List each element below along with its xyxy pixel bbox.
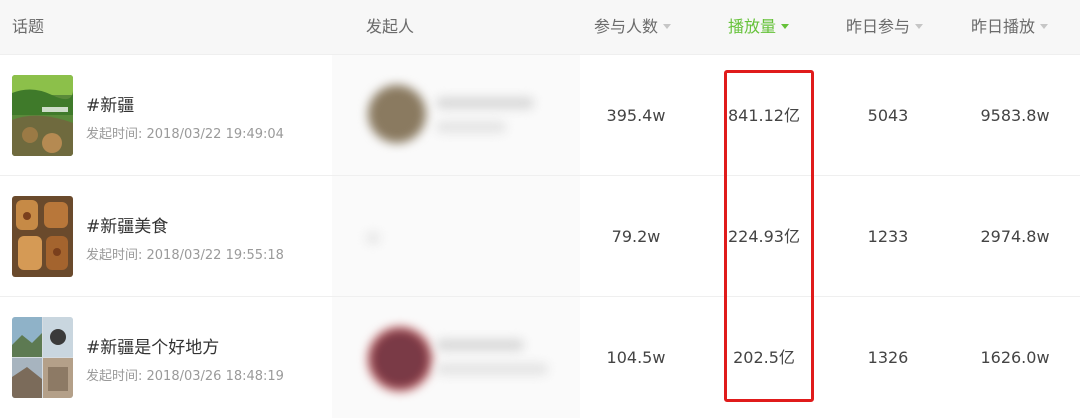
creator-subtext-blurred [436,121,506,133]
header-yesterday-participants-label: 昨日参与 [846,17,911,36]
creator-cell[interactable] [332,55,580,176]
table-header: 话题 发起人 参与人数 播放量 昨日参与 昨日播放 [0,0,1080,54]
sort-caret-icon [1040,24,1049,29]
creator-subtext-blurred [436,363,548,375]
yesterday-participants-value: 1233 [867,227,909,246]
creator-name-blurred [436,97,534,109]
header-yesterday-plays-sort[interactable]: 昨日播放 [971,0,1049,54]
participants-value: 104.5w [606,348,666,367]
topic-created-time: 发起时间: 2018/03/26 18:48:19 [86,369,284,384]
topic-thumbnail[interactable] [12,317,73,398]
header-plays-label: 播放量 [728,17,777,36]
table-row[interactable]: #新疆 发起时间: 2018/03/22 19:49:04 395.4w 841… [0,54,1080,176]
table-row[interactable]: #新疆是个好地方 发起时间: 2018/03/26 18:48:19 104.5… [0,296,1080,418]
sort-caret-icon [915,24,924,29]
topic-thumbnail[interactable] [12,75,73,156]
creator-cell[interactable] [332,176,580,297]
topic-thumbnail[interactable] [12,196,73,277]
yesterday-plays-value: 1626.0w [980,348,1050,367]
yesterday-plays-value: 2974.8w [980,227,1050,246]
header-yesterday-plays-label: 昨日播放 [971,17,1036,36]
table-row[interactable]: #新疆美食 发起时间: 2018/03/22 19:55:18 79.2w 22… [0,175,1080,297]
sort-caret-icon [663,24,672,29]
header-yesterday-participants-sort[interactable]: 昨日参与 [846,0,924,54]
topic-created-time: 发起时间: 2018/03/22 19:49:04 [86,127,284,142]
topic-name[interactable]: #新疆美食 [86,212,168,237]
creator-placeholder-blurred [366,232,380,244]
plays-column-highlight [724,70,814,402]
header-participants-sort[interactable]: 参与人数 [594,0,672,54]
topic-created-time: 发起时间: 2018/03/22 19:55:18 [86,248,284,263]
yesterday-participants-value: 1326 [867,348,909,367]
participants-value: 79.2w [611,227,661,246]
header-creator: 发起人 [366,17,415,36]
topic-name[interactable]: #新疆是个好地方 [86,333,219,358]
yesterday-plays-value: 9583.8w [980,106,1050,125]
header-plays-sort[interactable]: 播放量 [728,0,790,54]
creator-avatar[interactable] [368,85,426,143]
header-topic: 话题 [12,17,45,36]
topic-name[interactable]: #新疆 [86,91,134,116]
sort-caret-active-icon [781,24,790,29]
creator-name-blurred [436,339,524,351]
header-participants-label: 参与人数 [594,17,659,36]
creator-avatar[interactable] [368,327,432,391]
participants-value: 395.4w [606,106,666,125]
creator-cell[interactable] [332,297,580,418]
yesterday-participants-value: 5043 [867,106,909,125]
